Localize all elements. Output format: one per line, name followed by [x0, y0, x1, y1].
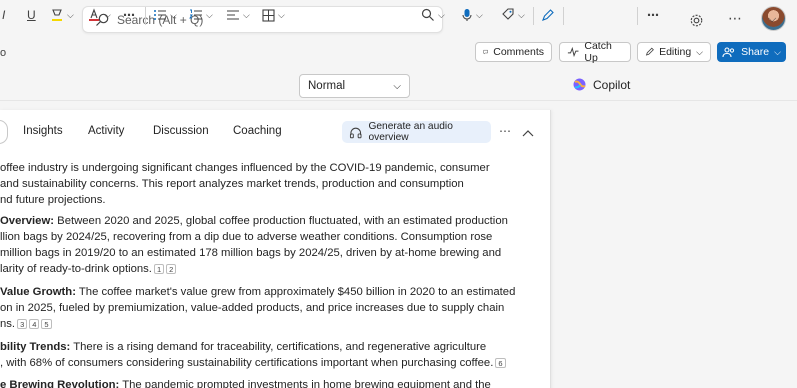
numbered-list-icon — [189, 9, 202, 20]
document-line: , with 68% of consumers considering sust… — [0, 355, 506, 372]
line-text: There is a rising demand for traceabilit… — [70, 341, 487, 353]
document-line: offee industry is undergoing significant… — [0, 160, 490, 177]
chevron-up-icon[interactable] — [522, 124, 534, 142]
divider — [637, 7, 638, 25]
share-label: Share — [741, 46, 770, 58]
section-heading: Overview: — [0, 215, 55, 227]
document-line: larity of ready-to-drink options. 1 2 — [0, 261, 177, 278]
bullets-button[interactable]: ⌵ — [153, 6, 177, 24]
italic-button[interactable]: I — [2, 6, 5, 24]
line-text: , with 68% of consumers considering sust… — [0, 357, 494, 369]
line-text: million bags in 2019/20 to an estimated … — [0, 247, 502, 259]
tab-discussion[interactable]: Discussion — [153, 125, 209, 137]
more-options-icon[interactable]: ⋯ — [647, 6, 659, 24]
citation-badge[interactable]: 5 — [41, 319, 52, 330]
align-button[interactable]: ⌵ — [226, 6, 250, 24]
table-button[interactable]: ⌵ — [262, 6, 285, 24]
line-text: llion bags by 2024/25, recovering from a… — [0, 231, 493, 243]
copilot-icon — [573, 78, 586, 91]
bullet-list-icon — [154, 10, 166, 20]
copilot-button[interactable]: Copilot — [572, 77, 630, 92]
pencil-icon — [645, 47, 654, 56]
underline-button[interactable]: U — [27, 6, 36, 24]
document-line: nd future projections. — [0, 192, 106, 209]
document-line: on in 2025, fueled by premiumization, va… — [0, 300, 504, 317]
font-color-icon — [89, 8, 99, 21]
divider — [563, 7, 564, 25]
generate-audio-overview-button[interactable]: Generate an audio overview — [342, 121, 491, 143]
document-line: million bags in 2019/20 to an estimated … — [0, 245, 501, 262]
document-line: ns. 3 4 5 — [0, 316, 52, 333]
tab-insights[interactable]: Insights — [23, 125, 63, 137]
align-left-icon — [227, 10, 239, 20]
highlight-button[interactable]: ⌵ — [50, 6, 74, 24]
citation-badge[interactable]: 2 — [166, 264, 177, 275]
sensitivity-button[interactable]: ⌵ — [501, 6, 525, 24]
editing-mode-button[interactable]: Editing ⌵ — [637, 42, 711, 62]
comments-label: Comments — [493, 46, 544, 58]
section-heading: bility Trends: — [0, 341, 71, 353]
gear-icon[interactable] — [686, 10, 706, 30]
paragraph-style-select[interactable]: Normal ⌵ — [299, 74, 410, 98]
title-fragment: o — [0, 47, 7, 59]
more-format-icon[interactable]: ⋯ — [123, 6, 135, 24]
editing-label: Editing — [659, 46, 692, 58]
table-icon — [262, 8, 275, 22]
share-button[interactable]: Share ⌵ — [717, 42, 786, 62]
font-color-button[interactable]: ⌵ — [87, 6, 111, 24]
line-text: nd future projections. — [0, 194, 106, 206]
catch-up-button[interactable]: Catch Up — [559, 40, 631, 64]
ellipsis-icon[interactable]: ⋯ — [725, 8, 745, 28]
document-line: llion bags by 2024/25, recovering from a… — [0, 229, 492, 246]
line-text: offee industry is undergoing significant… — [0, 162, 490, 174]
audio-overview-label: Generate an audio overview — [368, 121, 453, 143]
line-text: The pandemic prompted investments in hom… — [119, 379, 491, 388]
microphone-icon — [462, 9, 472, 21]
comment-icon — [483, 49, 488, 55]
chevron-down-icon: ⌵ — [393, 80, 401, 92]
find-button[interactable]: ⌵ — [421, 6, 445, 24]
citation-badge[interactable]: 3 — [17, 319, 28, 330]
citation-badge[interactable]: 4 — [29, 319, 40, 330]
editor-button[interactable] — [541, 6, 555, 24]
panel-more-icon[interactable]: ⋯ — [499, 124, 511, 138]
section-heading: Value Growth: — [0, 286, 76, 298]
document-line: and sustainability concerns. This report… — [0, 176, 464, 193]
chevron-down-icon: ⌵ — [774, 46, 781, 57]
document-line: bility Trends: There is a rising demand … — [0, 339, 486, 356]
section-heading: e Brewing Revolution: — [0, 379, 120, 388]
citation-badge[interactable]: 6 — [495, 358, 506, 369]
divider — [533, 7, 534, 25]
line-text: larity of ready-to-drink options. — [0, 263, 152, 275]
tab-coaching[interactable]: Coaching — [233, 125, 282, 137]
comments-button[interactable]: Comments — [475, 42, 552, 62]
pulse-icon — [567, 46, 579, 58]
tag-icon — [502, 8, 514, 20]
divider — [145, 7, 146, 25]
line-text: ns. — [0, 318, 16, 330]
people-icon — [722, 46, 735, 57]
tab-activity[interactable]: Activity — [88, 125, 124, 137]
pen-icon — [542, 9, 554, 21]
search-icon — [421, 8, 434, 21]
document-line: Value Growth: The coffee market's value … — [0, 284, 515, 301]
line-text: Between 2020 and 2025, global coffee pro… — [54, 215, 508, 227]
line-text: The coffee market's value grew from appr… — [75, 286, 516, 298]
citation-badge[interactable]: 1 — [153, 264, 165, 275]
document-line: Overview: Between 2020 and 2025, global … — [0, 213, 508, 230]
highlighter-icon — [52, 9, 62, 21]
chevron-down-icon: ⌵ — [696, 46, 703, 57]
numbering-button[interactable]: ⌵ — [189, 6, 213, 24]
style-value: Normal — [308, 80, 346, 92]
line-text: and sustainability concerns. This report… — [0, 178, 464, 190]
dictate-button[interactable]: ⌵ — [461, 6, 483, 24]
document-line: e Brewing Revolution: The pandemic promp… — [0, 377, 491, 388]
copilot-label: Copilot — [593, 77, 631, 92]
catch-up-label: Catch Up — [584, 40, 612, 64]
line-text: on in 2025, fueled by premiumization, va… — [0, 302, 505, 314]
headphones-icon — [349, 127, 362, 138]
expand-ribbon-chevron-icon[interactable]: ⌵ — [768, 10, 776, 28]
